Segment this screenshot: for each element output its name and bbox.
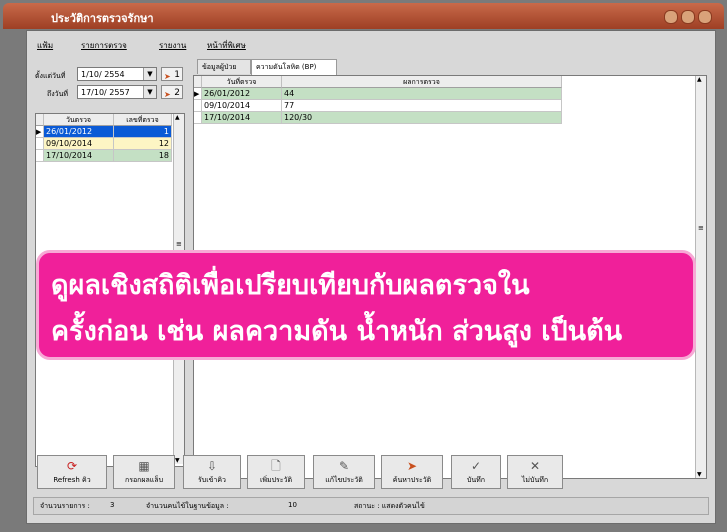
visit-date-cell: 26/01/2012 [44, 126, 114, 138]
receive-queue-button[interactable]: ⇩ รับเข้าคิว [183, 455, 241, 489]
status-text: สถานะ : แสดงตัวคนไข้ [354, 502, 425, 510]
menu-report[interactable]: รายงาน [159, 39, 186, 52]
search-history-icon: ➤ [406, 459, 418, 473]
window-title: ประวัติการตรวจรักษา [51, 12, 154, 25]
callout-line-2: ครั้งก่อน เช่น ผลความดัน น้ำหนัก ส่วนสูง… [51, 316, 623, 347]
title-bar: ประวัติการตรวจรักษา [3, 3, 724, 29]
record-count-value: 3 [110, 501, 115, 509]
current-row-icon: ▶ [194, 88, 202, 100]
visit-date-cell: 17/10/2014 [44, 150, 114, 162]
row-indicator-header [36, 114, 44, 126]
minimize-icon[interactable] [664, 10, 678, 24]
current-row-icon: ▶ [36, 126, 44, 138]
chevron-down-icon[interactable]: ▼ [143, 86, 156, 98]
search-history-button[interactable]: ➤ ค้นหาประวัติ [381, 455, 443, 489]
menu-bar: แฟ้ม รายการตรวจ รายงาน หน้าที่พิเศษ [27, 39, 713, 55]
visit-number-cell: 12 [114, 138, 172, 150]
maximize-icon[interactable] [681, 10, 695, 24]
exam-date-cell: 17/10/2014 [202, 112, 282, 124]
visit-number-cell: 1 [114, 126, 172, 138]
cancel-icon: ✕ [529, 459, 541, 473]
table-row[interactable]: ▶ 26/01/2012 1 [36, 126, 172, 138]
table-row[interactable]: 09/10/2014 12 [36, 138, 172, 150]
pointer-icon: ➤ [164, 72, 171, 81]
exam-result-cell: 120/30 [282, 112, 562, 124]
annotation-callout: ดูผลเชิงสถิติเพื่อเปรียบเทียบกับผลตรวจใน… [36, 250, 696, 360]
from-date-button[interactable]: ➤ 1 [161, 67, 183, 81]
exam-result-cell: 77 [282, 100, 562, 112]
refresh-queue-button[interactable]: ⟳ Refresh คิว [37, 455, 107, 489]
scroll-up-icon[interactable]: ▲ [175, 114, 180, 121]
table-row[interactable]: 17/10/2014 18 [36, 150, 172, 162]
close-icon[interactable] [698, 10, 712, 24]
tab-blood-pressure[interactable]: ความดันโลหิต (BP) [251, 59, 337, 75]
menu-exam-list[interactable]: รายการตรวจ [81, 39, 127, 52]
exam-date-cell: 26/01/2012 [202, 88, 282, 100]
record-count-label: จำนวนรายการ : [40, 502, 90, 510]
column-header-exam-result[interactable]: ผลการตรวจ [282, 76, 562, 88]
exam-date-cell: 09/10/2014 [202, 100, 282, 112]
chevron-down-icon[interactable]: ▼ [143, 68, 156, 80]
window-controls [661, 9, 712, 28]
cancel-button[interactable]: ✕ ไม่บันทึก [507, 455, 563, 489]
menu-special[interactable]: หน้าที่พิเศษ [207, 39, 246, 52]
action-toolbar: ⟳ Refresh คิว ▦ กรอกผลแล็บ ⇩ รับเข้าคิว 🗋 เพ… [37, 455, 707, 491]
tab-patient-info[interactable]: ข้อมูลผู้ป่วย [197, 59, 251, 74]
scroll-up-icon[interactable]: ▲ [697, 76, 702, 83]
pointer-icon: ➤ [164, 90, 171, 99]
scroll-thumb[interactable]: ≡ [176, 240, 182, 248]
receive-queue-icon: ⇩ [206, 459, 218, 473]
callout-line-1: ดูผลเชิงสถิติเพื่อเปรียบเทียบกับผลตรวจใน [51, 270, 530, 301]
menu-file[interactable]: แฟ้ม [37, 39, 53, 52]
to-date-picker[interactable]: 17/10/ 2557 ▼ [77, 85, 157, 99]
add-history-button[interactable]: 🗋 เพิ่มประวัติ [247, 455, 305, 489]
app-window: ประวัติการตรวจรักษา แฟ้ม รายการตรวจ รายง… [0, 0, 727, 532]
edit-history-icon: ✎ [338, 459, 350, 473]
column-header-exam-date[interactable]: วันที่ตรวจ [202, 76, 282, 88]
to-date-button[interactable]: ➤ 2 [161, 85, 183, 99]
from-date-picker[interactable]: 1/10/ 2554 ▼ [77, 67, 157, 81]
fill-lab-results-button[interactable]: ▦ กรอกผลแล็บ [113, 455, 175, 489]
column-header-visit-number[interactable]: เลขที่ตรวจ [114, 114, 172, 126]
status-bar: จำนวนรายการ : 3 จำนวนคนไข้ในฐานข้อมูล : … [33, 497, 709, 515]
patient-db-label: จำนวนคนไข้ในฐานข้อมูล : [146, 502, 229, 510]
save-icon: ✓ [470, 459, 482, 473]
visit-date-cell: 09/10/2014 [44, 138, 114, 150]
right-scrollbar[interactable]: ▲ ≡ ▼ [695, 76, 706, 478]
patient-db-value: 10 [288, 501, 297, 509]
edit-history-button[interactable]: ✎ แก้ไขประวัติ [313, 455, 375, 489]
save-button[interactable]: ✓ บันทึก [451, 455, 501, 489]
table-row[interactable]: ▶ 26/01/2012 44 [194, 88, 562, 100]
add-history-icon: 🗋 [271, 459, 281, 473]
refresh-icon: ⟳ [66, 459, 78, 473]
table-row[interactable]: 17/10/2014 120/30 [194, 112, 562, 124]
table-row[interactable]: 09/10/2014 77 [194, 100, 562, 112]
exam-result-cell: 44 [282, 88, 562, 100]
column-header-visit-date[interactable]: วันตรวจ [44, 114, 114, 126]
to-date-label: ถึงวันที่ [47, 90, 68, 98]
from-date-label: ตั้งแต่วันที่ [35, 72, 66, 80]
fill-results-icon: ▦ [138, 459, 150, 473]
visit-number-cell: 18 [114, 150, 172, 162]
scroll-thumb[interactable]: ≡ [698, 224, 704, 232]
